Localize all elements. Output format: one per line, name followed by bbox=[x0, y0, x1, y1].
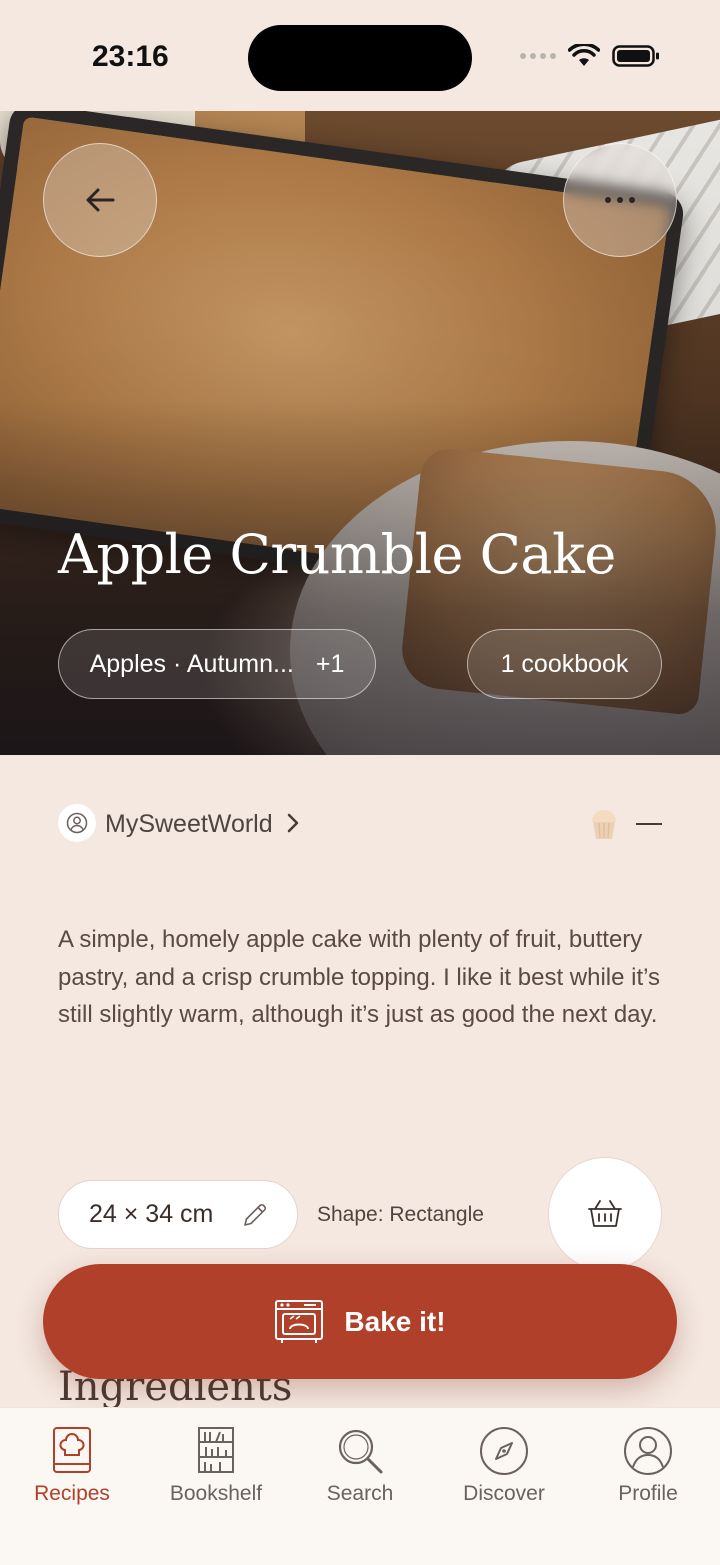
tab-recipes-label: Recipes bbox=[34, 1482, 110, 1505]
oven-icon bbox=[275, 1299, 324, 1343]
basket-icon bbox=[588, 1200, 622, 1227]
cookbook-chip[interactable]: 1 cookbook bbox=[467, 629, 662, 699]
rating-placeholder-dash bbox=[636, 823, 662, 825]
tab-bookshelf[interactable]: Bookshelf bbox=[144, 1426, 288, 1516]
compass-icon bbox=[480, 1427, 528, 1475]
bake-it-button[interactable]: Bake it! bbox=[43, 1264, 677, 1379]
battery-icon bbox=[612, 45, 659, 67]
dynamic-island bbox=[248, 25, 472, 91]
back-button[interactable] bbox=[43, 143, 157, 257]
tab-discover-label: Discover bbox=[463, 1482, 545, 1505]
tags-chip[interactable]: Apples · Autumn... +1 bbox=[58, 629, 376, 699]
more-dots-icon bbox=[605, 197, 635, 203]
author-row[interactable]: MySweetWorld bbox=[58, 804, 662, 844]
pan-size-value: 24 × 34 cm bbox=[89, 1200, 214, 1228]
pencil-icon bbox=[244, 1204, 266, 1226]
avatar bbox=[58, 804, 96, 842]
recipe-description: A simple, homely apple cake with plenty … bbox=[58, 926, 661, 1028]
bake-it-label: Bake it! bbox=[344, 1305, 446, 1337]
add-to-shopping-list-button[interactable] bbox=[548, 1157, 662, 1271]
bookshelf-icon bbox=[198, 1427, 234, 1473]
chef-book-icon bbox=[53, 1427, 91, 1473]
tab-recipes[interactable]: Recipes bbox=[0, 1426, 144, 1516]
tab-search[interactable]: Search bbox=[288, 1426, 432, 1516]
profile-icon bbox=[624, 1427, 672, 1475]
tags-chip-extra-count: +1 bbox=[315, 649, 345, 678]
cupcake-icon bbox=[592, 810, 616, 839]
search-icon bbox=[338, 1429, 383, 1474]
tags-chip-label: Apples · Autumn... bbox=[89, 649, 294, 678]
status-time: 23:16 bbox=[92, 40, 169, 73]
cellular-signal-icon bbox=[520, 53, 556, 59]
tab-bar: Recipes Bookshelf Search Discover Profil… bbox=[0, 1407, 720, 1565]
recipe-title: Apple Crumble Cake bbox=[58, 523, 616, 586]
tab-discover[interactable]: Discover bbox=[432, 1426, 576, 1516]
more-options-button[interactable] bbox=[563, 143, 677, 257]
tab-bookshelf-label: Bookshelf bbox=[169, 1482, 263, 1505]
author-name[interactable]: MySweetWorld bbox=[105, 810, 273, 839]
chevron-right-icon bbox=[287, 813, 299, 833]
arrow-left-icon bbox=[86, 188, 115, 212]
status-bar: 23:16 bbox=[0, 0, 720, 111]
pan-size-button[interactable]: 24 × 34 cm bbox=[58, 1180, 298, 1249]
recipe-hero-image: Apple Crumble Cake Apples · Autumn... +1… bbox=[0, 111, 720, 755]
wifi-icon bbox=[568, 44, 600, 66]
pan-shape-label: Shape: Rectangle bbox=[317, 1203, 484, 1226]
tab-search-label: Search bbox=[326, 1482, 394, 1505]
tab-profile[interactable]: Profile bbox=[576, 1426, 720, 1516]
user-outline-icon bbox=[66, 812, 88, 834]
tab-profile-label: Profile bbox=[618, 1482, 678, 1505]
status-icons bbox=[520, 44, 660, 68]
cookbook-chip-label: 1 cookbook bbox=[500, 649, 629, 678]
